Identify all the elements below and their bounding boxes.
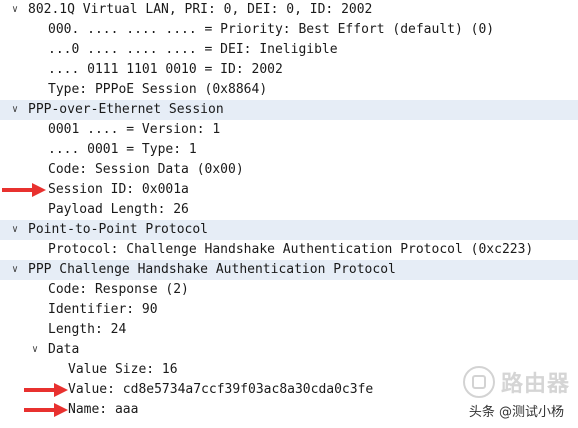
tree-item[interactable]: Session ID: 0x001a [0,180,578,200]
tree-item[interactable]: Protocol: Challenge Handshake Authentica… [0,240,578,260]
watermark-brand: 路由器 [500,372,570,397]
chevron-down-icon[interactable]: ∨ [28,340,42,360]
vlan-priority: 000. .... .... .... = Priority: Best Eff… [48,22,495,37]
chap-header: PPP Challenge Handshake Authentication P… [28,262,396,277]
tree-node-chap[interactable]: ∨ PPP Challenge Handshake Authentication… [0,260,578,280]
tree-node-chap-data[interactable]: ∨ Data [0,340,578,360]
red-arrow-icon [2,183,46,197]
red-arrow-icon [24,383,68,397]
watermark-author: 头条 @测试小杨 [468,401,564,420]
chevron-down-icon[interactable]: ∨ [8,100,22,120]
tree-node-ppp[interactable]: ∨ Point-to-Point Protocol [0,220,578,240]
pppoe-session-id: Session ID: 0x001a [48,182,189,197]
tree-item[interactable]: 0001 .... = Version: 1 [0,120,578,140]
vlan-id: .... 0111 1101 0010 = ID: 2002 [48,62,283,77]
pppoe-code: Code: Session Data (0x00) [48,162,244,177]
packet-details-tree: ∨ 802.1Q Virtual LAN, PRI: 0, DEI: 0, ID… [0,0,578,420]
chap-identifier: Identifier: 90 [48,302,158,317]
red-arrow-icon [24,403,68,417]
chevron-down-icon[interactable]: ∨ [8,260,22,280]
chap-value-size: Value Size: 16 [68,362,178,377]
pppoe-version: 0001 .... = Version: 1 [48,122,221,137]
watermark-logo-icon [462,366,495,398]
chap-code: Code: Response (2) [48,282,189,297]
chevron-down-icon[interactable]: ∨ [8,0,22,20]
pppoe-header: PPP-over-Ethernet Session [28,102,224,117]
chap-data-header: Data [48,342,80,357]
pppoe-payload-length: Payload Length: 26 [48,202,189,217]
pppoe-type: .... 0001 = Type: 1 [48,142,197,157]
vlan-dei: ...0 .... .... .... = DEI: Ineligible [48,42,338,57]
tree-node-vlan[interactable]: ∨ 802.1Q Virtual LAN, PRI: 0, DEI: 0, ID… [0,0,578,20]
tree-item[interactable]: .... 0001 = Type: 1 [0,140,578,160]
chap-name: Name: aaa [68,402,139,417]
tree-item[interactable]: Code: Session Data (0x00) [0,160,578,180]
tree-item[interactable]: .... 0111 1101 0010 = ID: 2002 [0,60,578,80]
chevron-down-icon[interactable]: ∨ [8,220,22,240]
tree-item[interactable]: Payload Length: 26 [0,200,578,220]
watermark: 路由器 [462,366,570,398]
chap-length: Length: 24 [48,322,127,337]
vlan-type: Type: PPPoE Session (0x8864) [48,82,268,97]
ppp-protocol: Protocol: Challenge Handshake Authentica… [48,242,534,257]
tree-item[interactable]: Code: Response (2) [0,280,578,300]
tree-node-pppoe[interactable]: ∨ PPP-over-Ethernet Session [0,100,578,120]
tree-item[interactable]: Type: PPPoE Session (0x8864) [0,80,578,100]
ppp-header: Point-to-Point Protocol [28,222,209,237]
tree-item[interactable]: Length: 24 [0,320,578,340]
vlan-header: 802.1Q Virtual LAN, PRI: 0, DEI: 0, ID: … [28,2,373,17]
tree-item[interactable]: ...0 .... .... .... = DEI: Ineligible [0,40,578,60]
tree-item[interactable]: Identifier: 90 [0,300,578,320]
tree-item[interactable]: 000. .... .... .... = Priority: Best Eff… [0,20,578,40]
chap-value: Value: cd8e5734a7ccf39f03ac8a30cda0c3fe [68,382,374,397]
